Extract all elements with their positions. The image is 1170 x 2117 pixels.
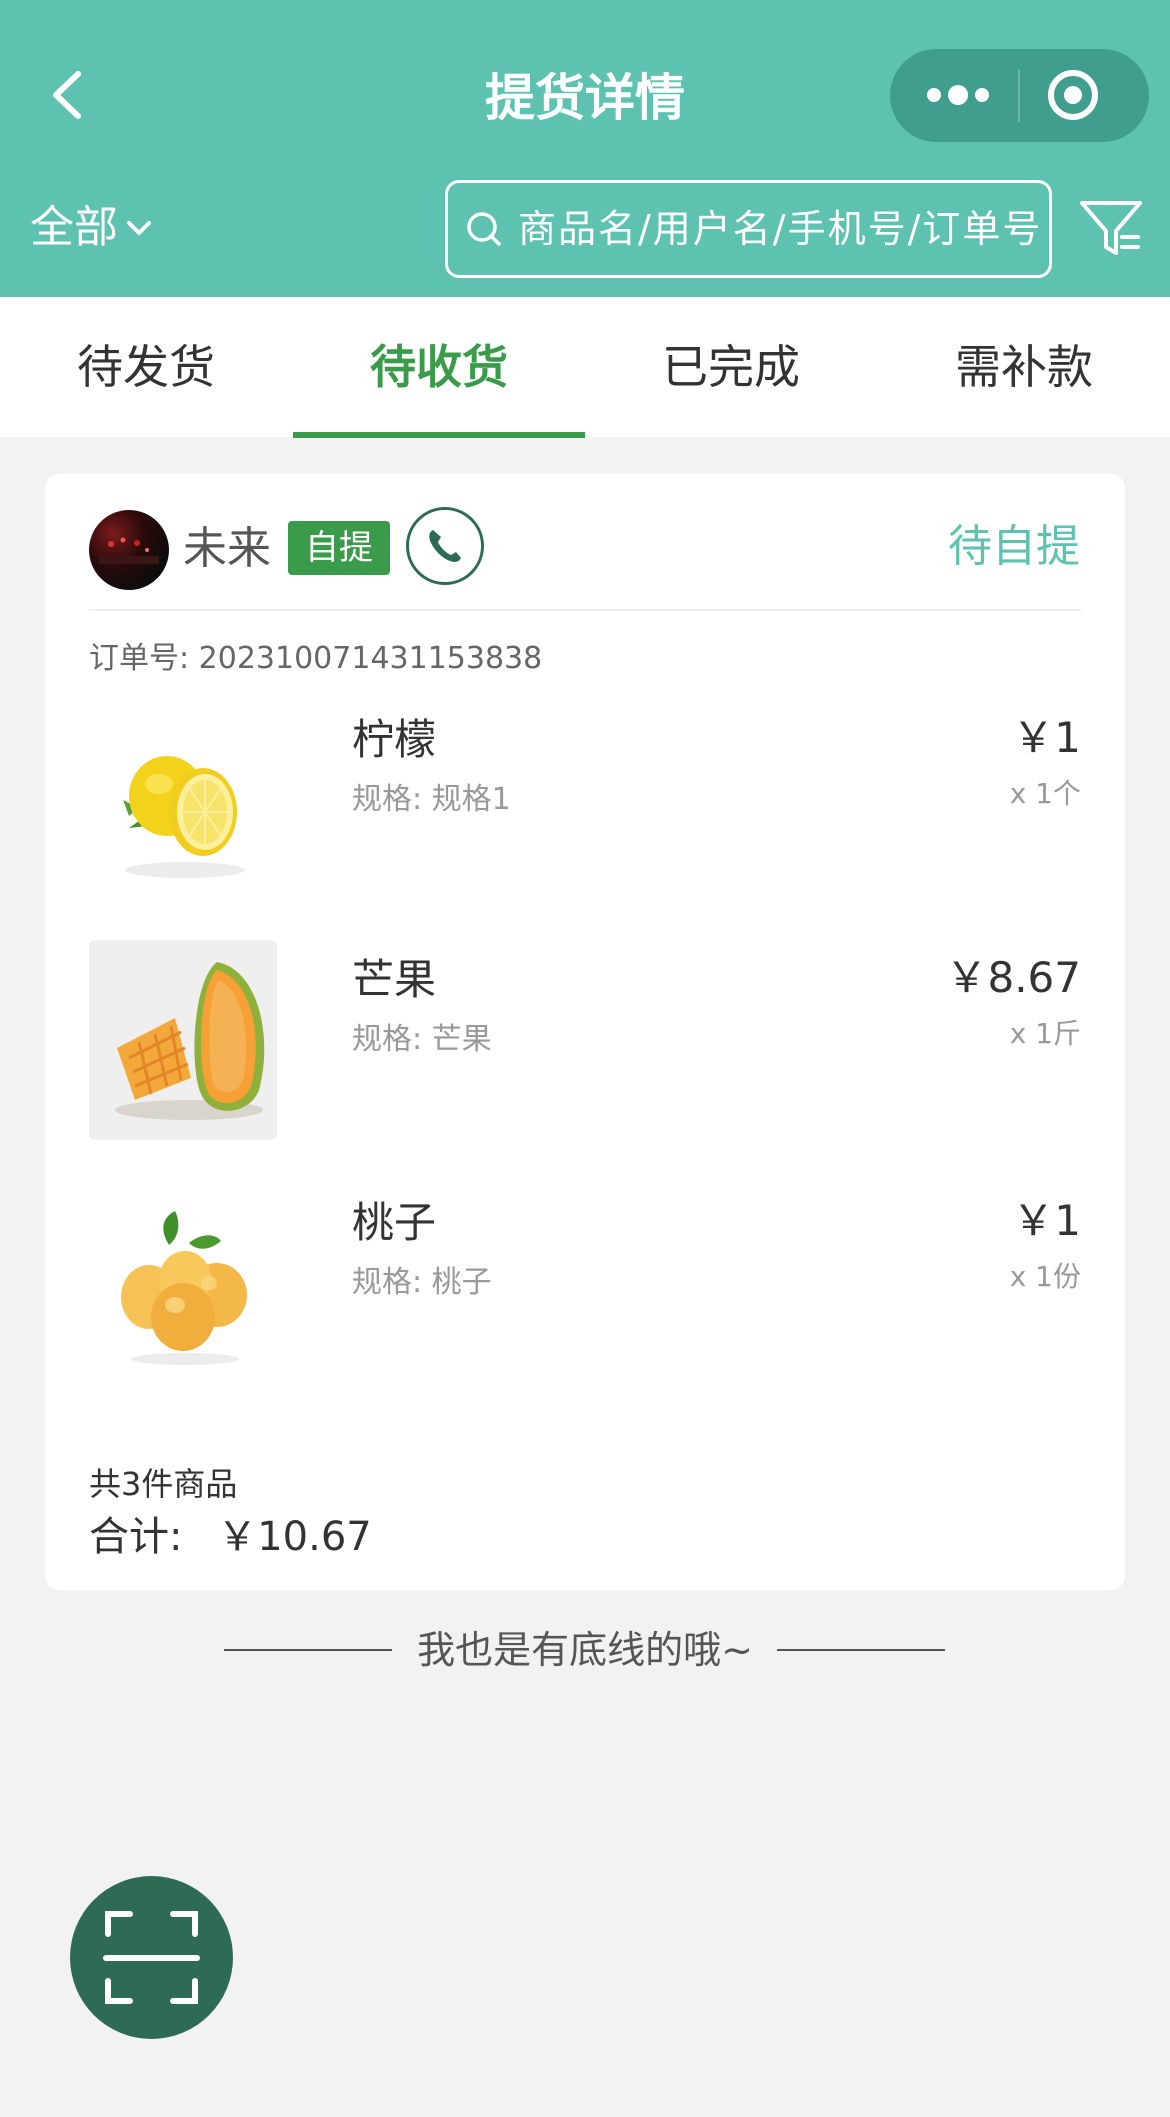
search-icon: [467, 212, 501, 246]
search-box[interactable]: [445, 180, 1052, 278]
order-number-label: 订单号:: [89, 641, 190, 676]
divider-left: [224, 1649, 392, 1651]
product-item[interactable]: 芒果 规格: 芒果 ￥8.67 x 1斤: [89, 940, 1081, 1140]
active-tab-indicator: [293, 432, 585, 438]
order-status: 待自提: [948, 521, 1080, 572]
mango-image: [89, 940, 277, 1140]
product-quantity: x 1斤: [1009, 1017, 1081, 1050]
order-number: 订单号: 202310071431153838: [89, 634, 542, 684]
product-price: ￥1: [1012, 713, 1081, 762]
product-name: 芒果: [352, 955, 437, 1004]
close-button[interactable]: [1020, 49, 1149, 142]
end-of-list-text: 我也是有底线的哦~: [417, 1628, 753, 1672]
tab-pending-shipment[interactable]: 待发货: [0, 297, 292, 437]
order-number-value: 202310071431153838: [198, 641, 543, 676]
filter-icon: [1080, 201, 1142, 255]
total-label: 合计:: [89, 1514, 183, 1560]
scope-dropdown[interactable]: 全部: [30, 193, 154, 263]
user-name: 未来: [183, 523, 271, 574]
tab-pending-receipt[interactable]: 待收货: [293, 297, 585, 437]
more-icon: [927, 85, 989, 105]
mini-program-capsule: [890, 49, 1149, 142]
tab-completed[interactable]: 已完成: [585, 297, 877, 437]
item-count: 共3件商品: [89, 1465, 238, 1503]
scan-button[interactable]: [70, 1876, 233, 2039]
tab-needs-payment[interactable]: 需补款: [878, 297, 1170, 437]
pickup-tag: 自提: [288, 521, 390, 575]
product-price: ￥8.67: [945, 953, 1081, 1002]
order-card[interactable]: 未来 自提 待自提 订单号: 202310071431153838 柠檬 规格:…: [45, 474, 1125, 1590]
product-spec: 规格: 规格1: [352, 782, 511, 817]
product-name: 桃子: [352, 1198, 437, 1247]
scope-label: 全部: [30, 202, 118, 253]
order-total: 合计: ￥10.67: [89, 1507, 372, 1567]
product-price: ￥1: [1012, 1196, 1081, 1245]
product-item[interactable]: 柠檬 规格: 规格1 ￥1 x 1个: [89, 700, 1081, 900]
top-header: 提货详情 全部: [0, 0, 1170, 297]
product-spec: 规格: 桃子: [352, 1265, 492, 1300]
product-name: 柠檬: [352, 715, 437, 764]
product-item[interactable]: 桃子 规格: 桃子 ￥1 x 1份: [89, 1183, 1081, 1383]
product-quantity: x 1份: [1009, 1260, 1081, 1293]
product-quantity: x 1个: [1009, 777, 1081, 810]
search-input[interactable]: [516, 206, 1049, 252]
divider-right: [777, 1649, 945, 1651]
more-button[interactable]: [890, 49, 1018, 142]
avatar: [89, 510, 169, 590]
chevron-down-icon: [127, 221, 151, 235]
total-amount: ￥10.67: [217, 1514, 372, 1560]
status-tabs: 待发货 待收货 已完成 需补款: [0, 297, 1170, 437]
divider: [89, 609, 1081, 611]
phone-icon: [429, 530, 461, 562]
end-of-list: 我也是有底线的哦~: [0, 1620, 1170, 1680]
scan-icon: [103, 1911, 200, 2004]
call-button[interactable]: [406, 507, 484, 585]
lemon-image: [89, 700, 277, 900]
product-spec: 规格: 芒果: [352, 1022, 492, 1057]
target-icon: [1048, 70, 1098, 120]
peach-image: [89, 1183, 277, 1383]
filter-button[interactable]: [1076, 193, 1146, 263]
